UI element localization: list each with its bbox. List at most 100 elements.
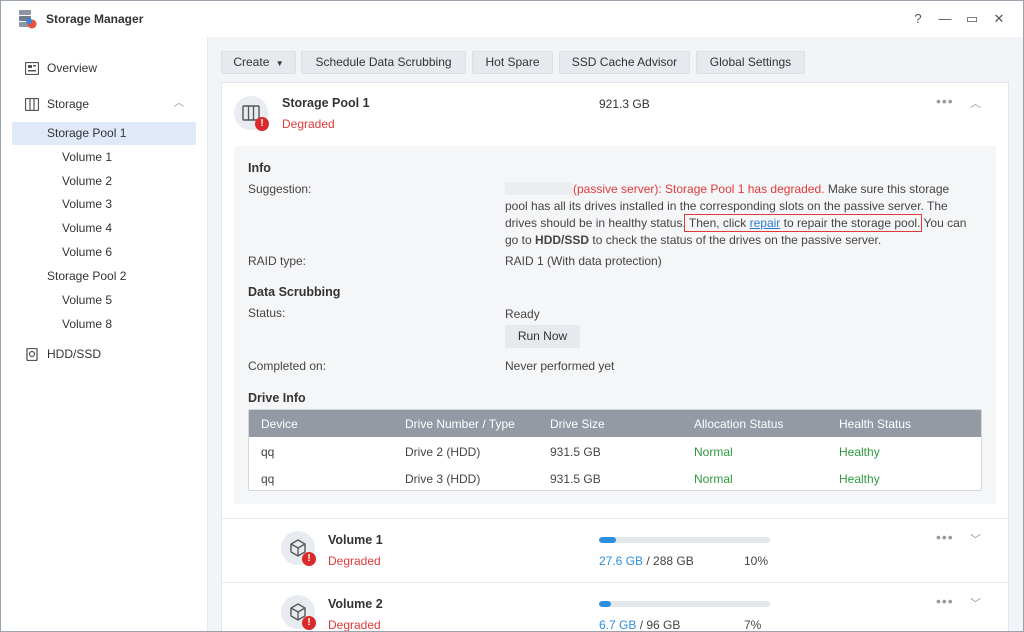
storage-pool-icon: ! (234, 96, 269, 131)
volume-row-2[interactable]: ! Volume 2 Degraded 6.7 GB / 96 GB 7% ••… (222, 583, 1008, 632)
volume-usage-bar (599, 601, 770, 607)
help-button[interactable]: ? (909, 10, 927, 28)
suggestion-text: (passive server): Storage Pool 1 has deg… (505, 181, 975, 249)
hot-spare-button[interactable]: Hot Spare (472, 51, 553, 74)
title-bar: Storage Manager ? — ▭ ✕ (1, 1, 1023, 37)
column-drive-size[interactable]: Drive Size (550, 417, 605, 431)
ssd-cache-advisor-button[interactable]: SSD Cache Advisor (559, 51, 690, 74)
volume-total: / 96 GB (636, 618, 681, 632)
cell-health-status: Healthy (839, 445, 880, 459)
volume-usage-percent: 7% (744, 618, 762, 632)
volume-row-1[interactable]: ! Volume 1 Degraded 27.6 GB / 288 GB 10%… (222, 519, 1008, 581)
suggestion-label: Suggestion: (248, 182, 312, 196)
caret-down-icon: ▼ (275, 59, 284, 68)
more-options-icon[interactable]: ••• (936, 529, 954, 545)
chevron-up-icon[interactable]: ︿ (174, 92, 184, 115)
sidebar-item-hdd-ssd[interactable]: HDD/SSD (12, 343, 196, 366)
sidebar-item-volume-6[interactable]: Volume 6 (12, 241, 196, 264)
sidebar-item-storage[interactable]: Storage ︿ (12, 93, 196, 116)
sidebar-item-storage-pool-1[interactable]: Storage Pool 1 (12, 122, 196, 145)
volume-usage-text: 27.6 GB / 288 GB (599, 554, 694, 568)
column-drive-number[interactable]: Drive Number / Type (405, 417, 515, 431)
cell-drive-number: Drive 2 (HDD) (405, 445, 481, 459)
more-options-icon[interactable]: ••• (936, 593, 954, 609)
sidebar-item-volume-4[interactable]: Volume 4 (12, 217, 196, 240)
sidebar-label: Volume 2 (62, 174, 113, 188)
raid-type-label: RAID type: (248, 254, 307, 268)
volume-name: Volume 2 (328, 597, 383, 611)
sidebar-label-hdd: HDD/SSD (47, 347, 102, 361)
create-button[interactable]: Create ▼ (221, 51, 296, 74)
repair-highlight: Then, click repair to repair the storage… (683, 214, 923, 232)
sidebar-label-overview: Overview (47, 61, 98, 75)
sidebar-item-volume-2[interactable]: Volume 2 (12, 170, 196, 193)
cell-allocation-status: Normal (694, 445, 733, 459)
hdd-icon (26, 348, 38, 361)
volume-usage-percent: 10% (744, 554, 769, 568)
pool-status: Degraded (282, 117, 335, 131)
sidebar-label-storage: Storage (47, 97, 90, 111)
close-button[interactable]: ✕ (990, 10, 1008, 28)
column-health-status[interactable]: Health Status (839, 417, 911, 431)
sidebar-item-volume-5[interactable]: Volume 5 (12, 289, 196, 312)
sidebar-item-volume-1[interactable]: Volume 1 (12, 146, 196, 169)
sidebar-label: Volume 6 (62, 245, 113, 259)
schedule-scrubbing-button[interactable]: Schedule Data Scrubbing (301, 51, 466, 74)
column-allocation-status[interactable]: Allocation Status (694, 417, 783, 431)
suggestion-part: to check the status of the drives on the… (589, 233, 882, 247)
volume-usage-fill (599, 537, 617, 543)
storage-pool-panel: ! Storage Pool 1 Degraded 921.3 GB ••• ︿… (221, 82, 1009, 632)
sidebar-item-volume-3[interactable]: Volume 3 (12, 193, 196, 216)
sidebar-item-storage-pool-2[interactable]: Storage Pool 2 (12, 265, 196, 288)
pool-name: Storage Pool 1 (282, 96, 370, 110)
sidebar-label: Storage Pool 1 (47, 126, 127, 140)
overview-icon (25, 62, 39, 75)
sidebar-label: Volume 3 (62, 197, 113, 211)
run-now-button[interactable]: Run Now (505, 325, 580, 348)
more-options-icon[interactable]: ••• (936, 93, 954, 109)
sidebar-item-overview[interactable]: Overview (12, 57, 196, 80)
pool-size: 921.3 GB (599, 97, 650, 111)
table-row[interactable]: qq Drive 2 (HDD) 931.5 GB Normal Healthy (249, 437, 981, 464)
volume-icon: ! (281, 595, 316, 630)
column-device[interactable]: Device (261, 417, 298, 431)
completed-on-label: Completed on: (248, 359, 327, 373)
cell-device: qq (261, 445, 275, 459)
maximize-button[interactable]: ▭ (963, 10, 981, 28)
cell-drive-number: Drive 3 (HDD) (405, 472, 481, 486)
storage-icon (25, 98, 39, 111)
suggestion-warning: (passive server): Storage Pool 1 has deg… (573, 182, 825, 196)
sidebar-label: Volume 5 (62, 293, 113, 307)
cell-health-status: Healthy (839, 472, 880, 486)
sidebar-label: Volume 1 (62, 150, 113, 164)
volume-used: 27.6 GB (599, 554, 644, 568)
chevron-down-icon[interactable]: ﹀ (970, 531, 981, 547)
create-label: Create (233, 55, 270, 69)
volume-total: / 288 GB (643, 554, 694, 568)
repair-link[interactable]: repair (750, 216, 781, 230)
cell-drive-size: 931.5 GB (550, 472, 601, 486)
scrub-status-label: Status: (248, 306, 286, 320)
error-badge-icon: ! (302, 616, 316, 630)
chevron-up-icon[interactable]: ︿ (970, 95, 981, 111)
cell-allocation-status: Normal (694, 472, 733, 486)
cell-device: qq (261, 472, 275, 486)
suggestion-part: to repair the storage pool. (780, 216, 921, 230)
drive-info-table: Device Drive Number / Type Drive Size Al… (248, 409, 982, 491)
pool-details: Info Suggestion: (passive server): Stora… (234, 146, 996, 504)
volume-used: 6.7 GB (599, 618, 637, 632)
sidebar-label: Volume 8 (62, 317, 113, 331)
sidebar-label: Volume 4 (62, 221, 113, 235)
minimize-button[interactable]: — (936, 10, 954, 28)
volume-usage-bar (599, 537, 770, 543)
data-scrubbing-heading: Data Scrubbing (248, 285, 341, 299)
volume-status: Degraded (328, 618, 381, 632)
global-settings-button[interactable]: Global Settings (696, 51, 805, 74)
chevron-down-icon[interactable]: ﹀ (970, 595, 981, 611)
table-row[interactable]: qq Drive 3 (HDD) 931.5 GB Normal Healthy (249, 464, 981, 490)
redacted-server-name (505, 182, 573, 195)
main-content: Create ▼ Schedule Data Scrubbing Hot Spa… (208, 37, 1023, 632)
sidebar-item-volume-8[interactable]: Volume 8 (12, 313, 196, 336)
sidebar-label: Storage Pool 2 (47, 269, 127, 283)
error-badge-icon: ! (255, 117, 269, 131)
